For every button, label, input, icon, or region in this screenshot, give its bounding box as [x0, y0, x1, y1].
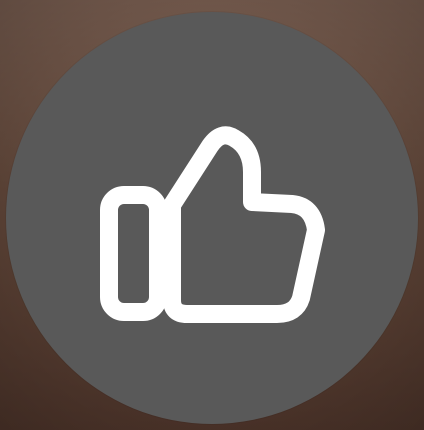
thumbs-up-icon: [6, 12, 418, 424]
like-button[interactable]: [6, 12, 418, 424]
